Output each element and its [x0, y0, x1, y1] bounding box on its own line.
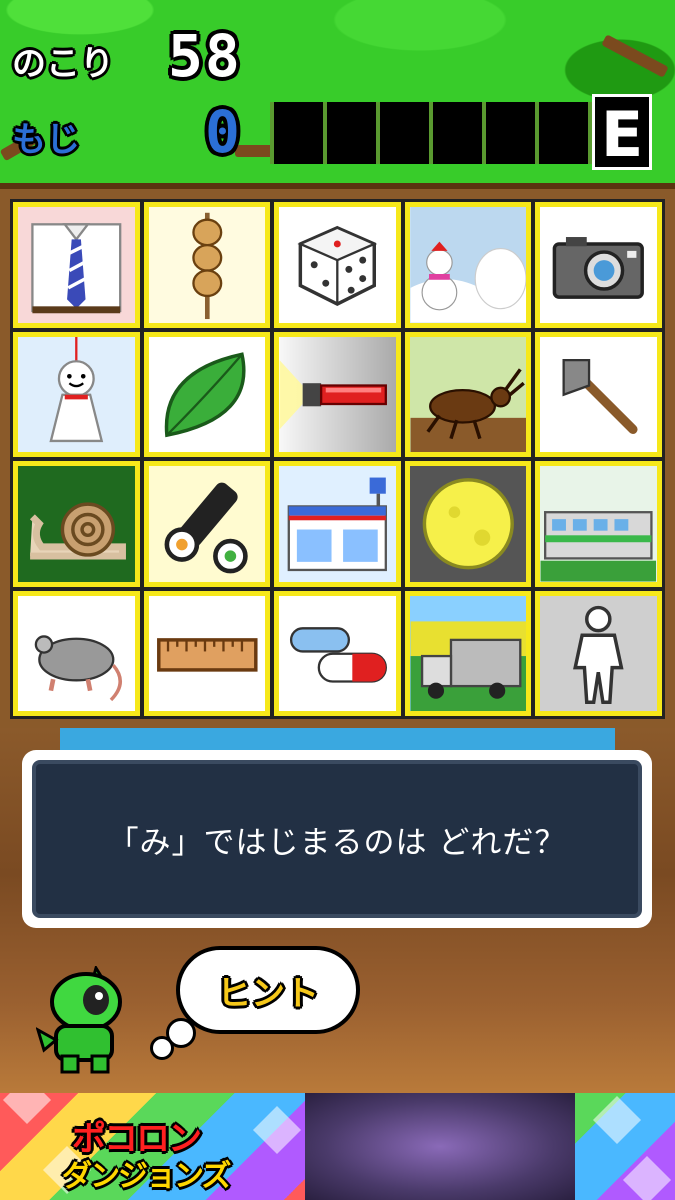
- ad-dragon-art: [305, 1093, 575, 1200]
- ad-banner[interactable]: ポコロン ダンジョンズ: [0, 1093, 675, 1200]
- tile-flashlight[interactable]: [274, 331, 401, 457]
- train-icon: [540, 511, 657, 582]
- remaining-counter: 58: [168, 22, 242, 90]
- rank-badge: E: [592, 94, 652, 171]
- tile-snowman[interactable]: [404, 202, 532, 328]
- axe-icon: [562, 358, 638, 434]
- tile-leaf[interactable]: [143, 331, 271, 457]
- tile-beetle[interactable]: [404, 331, 532, 457]
- ad-decoration: [2, 1093, 52, 1125]
- branch-decoration: [601, 34, 669, 78]
- snowman-icon: [410, 207, 527, 323]
- flashlight-icon: [279, 359, 388, 429]
- letter-slot: [274, 102, 323, 164]
- picture-board: [0, 183, 675, 728]
- tile-ruler[interactable]: [143, 590, 271, 716]
- person-figure-icon: [573, 605, 624, 704]
- ruler-icon: [156, 637, 258, 672]
- letters-counter: 0: [205, 98, 240, 166]
- tile-full-moon[interactable]: [404, 461, 532, 587]
- tile-axe[interactable]: [535, 331, 662, 457]
- letter-slots: [270, 102, 592, 164]
- tile-camera[interactable]: [535, 202, 662, 328]
- status-bar: のこり 58 もじ 0 E: [0, 0, 675, 183]
- camera-icon: [553, 237, 645, 299]
- tile-convenience-store[interactable]: [274, 461, 401, 587]
- tile-snail[interactable]: [13, 461, 140, 587]
- tile-dice[interactable]: [274, 202, 401, 328]
- full-moon-icon: [422, 478, 514, 570]
- tile-person[interactable]: [535, 590, 662, 716]
- question-text: 「み」ではじまるのは どれだ？: [107, 824, 567, 861]
- tile-train[interactable]: [535, 461, 662, 587]
- question-box: 「み」ではじまるのは どれだ？: [22, 750, 652, 928]
- question-panel: 「み」ではじまるのは どれだ？: [32, 760, 642, 918]
- beetle-icon: [410, 367, 526, 452]
- picture-grid: [10, 199, 665, 719]
- dango-icon: [191, 212, 222, 320]
- dice-icon: [297, 225, 378, 306]
- remaining-label: のこり: [12, 44, 114, 84]
- ad-decoration: [592, 1095, 642, 1145]
- letter-slot: [433, 102, 482, 164]
- ad-logo: ポコロン ダンジョンズ: [62, 1111, 302, 1194]
- tile-dango[interactable]: [143, 202, 271, 328]
- hint-button[interactable]: ヒント: [176, 946, 360, 1034]
- capsule-pill-icon: [290, 626, 388, 683]
- letter-slot: [327, 102, 376, 164]
- sushi-roll-icon: [164, 482, 248, 574]
- tile-truck[interactable]: [404, 590, 532, 716]
- teru-teru-bozu-icon: [49, 336, 104, 442]
- letter-slot: [539, 102, 588, 164]
- ad-decoration: [622, 1155, 672, 1200]
- tile-teru-teru-bozu[interactable]: [13, 331, 140, 457]
- shirt-tie-icon: [31, 223, 122, 314]
- tile-mouse[interactable]: [13, 590, 140, 716]
- ad-logo-subtitle: ダンジョンズ: [62, 1159, 231, 1194]
- tile-shirt[interactable]: [13, 202, 140, 328]
- mouse-icon: [34, 634, 122, 701]
- tile-capsule[interactable]: [274, 590, 401, 716]
- snail-icon: [29, 502, 126, 560]
- truck-icon: [410, 620, 526, 711]
- leaf-icon: [164, 351, 246, 437]
- letter-slot: [486, 102, 535, 164]
- hint-label: ヒント: [217, 973, 319, 1014]
- green-dragon-mascot: [36, 966, 122, 1074]
- letters-label: もじ: [12, 120, 80, 160]
- letter-slot: [380, 102, 429, 164]
- question-scene: 「み」ではじまるのは どれだ？ ヒント: [0, 728, 675, 1093]
- convenience-store-icon: [287, 477, 388, 572]
- tile-sushi-roll[interactable]: [143, 461, 271, 587]
